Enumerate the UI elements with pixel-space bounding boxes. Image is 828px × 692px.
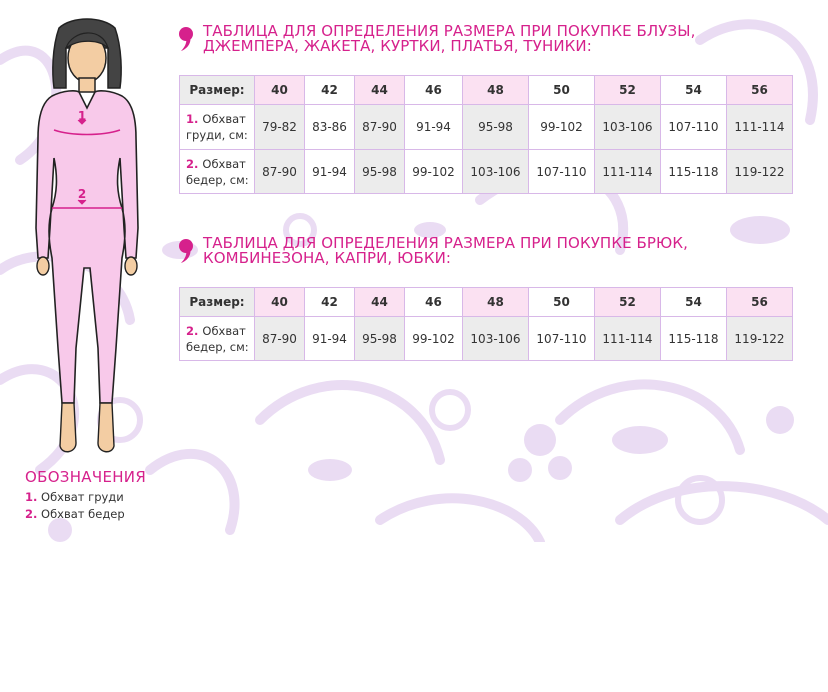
size-header-cell: 52 [594, 75, 661, 105]
size-header-cell: 50 [528, 75, 595, 105]
table-cell: 79-82 [254, 104, 305, 150]
legend-item-text: Обхват бедер [41, 507, 125, 521]
size-header-cell: 48 [462, 287, 529, 317]
row-label-text-b: груди, см: [186, 128, 248, 142]
section-title-line2: КОМБИНЕЗОНА, КАПРИ, ЮБКИ: [203, 249, 452, 267]
size-header-cell: 54 [660, 75, 727, 105]
table-cell: 111-114 [594, 149, 661, 194]
size-header-label: Размер: [179, 75, 255, 105]
hip-mark-label: 2 [78, 187, 86, 201]
table-cell: 115-118 [660, 149, 727, 194]
bullet-drop-icon [179, 239, 193, 263]
size-header-cell: 44 [354, 287, 405, 317]
table-cell: 87-90 [254, 316, 305, 361]
size-header-label: Размер: [179, 287, 255, 317]
table-cell: 95-98 [354, 149, 405, 194]
table-cell: 119-122 [726, 149, 793, 194]
size-header-cell: 52 [594, 287, 661, 317]
size-header-row: Размер: 40 42 44 46 48 50 52 54 56 [179, 287, 793, 317]
table-cell: 95-98 [354, 316, 405, 361]
size-header-row: Размер: 40 42 44 46 48 50 52 54 56 [179, 75, 793, 105]
size-header-cell: 46 [404, 287, 463, 317]
table-cell: 115-118 [660, 316, 727, 361]
legend-item-text: Обхват груди [41, 490, 124, 504]
table-cell: 103-106 [594, 104, 661, 150]
chest-mark-label: 1 [78, 109, 86, 123]
size-header-cell: 40 [254, 75, 305, 105]
table-cell: 91-94 [304, 149, 355, 194]
size-table-tops: Размер: 40 42 44 46 48 50 52 54 56 1. Об… [179, 75, 793, 194]
table-cell: 99-102 [404, 316, 463, 361]
legend-title: ОБОЗНАЧЕНИЯ [25, 468, 147, 486]
table-cell: 83-86 [304, 104, 355, 150]
bullet-drop-icon [179, 27, 193, 51]
table-row: 2. Обхват бедер, см: 87-90 91-94 95-98 9… [179, 149, 793, 194]
table-cell: 91-94 [304, 316, 355, 361]
table-cell: 119-122 [726, 316, 793, 361]
size-chart-panel: 1 2 ТАБЛИЦА ДЛЯ ОПРЕДЕЛЕНИЯ РАЗМЕРА ПРИ … [0, 0, 828, 542]
legend-item: 1. Обхват груди [25, 491, 146, 504]
size-header-cell: 54 [660, 287, 727, 317]
table-cell: 91-94 [404, 104, 463, 150]
row-label-hips: 2. Обхват бедер, см: [179, 316, 255, 361]
legend-item: 2. Обхват бедер [25, 508, 146, 521]
table-cell: 107-110 [660, 104, 727, 150]
row-label-text-a: Обхват [202, 323, 246, 338]
size-header-cell: 56 [726, 75, 793, 105]
row-label-text-a: Обхват [202, 112, 246, 126]
table-cell: 111-114 [594, 316, 661, 361]
table-cell: 103-106 [462, 316, 529, 361]
table-cell: 111-114 [726, 104, 793, 150]
table-cell: 99-102 [404, 149, 463, 194]
size-header-cell: 42 [304, 75, 355, 105]
size-header-cell: 50 [528, 287, 595, 317]
table-cell: 107-110 [528, 316, 595, 361]
size-header-cell: 46 [404, 75, 463, 105]
table-cell: 95-98 [462, 104, 529, 150]
table-cell: 87-90 [254, 149, 305, 194]
table-row: 2. Обхват бедер, см: 87-90 91-94 95-98 9… [179, 316, 793, 361]
size-header-cell: 48 [462, 75, 529, 105]
size-header-cell: 56 [726, 287, 793, 317]
size-header-cell: 40 [254, 287, 305, 317]
table-row: 1. Обхват груди, см: 79-82 83-86 87-90 9… [179, 104, 793, 150]
legend-item-number: 1. [25, 490, 38, 504]
size-header-cell: 42 [304, 287, 355, 317]
row-label-text-b: бедер, см: [186, 339, 249, 354]
table-cell: 107-110 [528, 149, 595, 194]
table-cell: 87-90 [354, 104, 405, 150]
row-label-number: 1. [186, 112, 199, 126]
section-title-line2: ДЖЕМПЕРА, ЖАКЕТА, КУРТКИ, ПЛАТЬЯ, ТУНИКИ… [203, 37, 592, 55]
size-table-bottoms: Размер: 40 42 44 46 48 50 52 54 56 2. Об… [179, 287, 793, 361]
row-label-hips: 2. Обхват бедер, см: [179, 149, 255, 194]
legend: ОБОЗНАЧЕНИЯ 1. Обхват груди 2. Обхват бе… [25, 468, 146, 521]
woman-figure-illustration: 1 2 [35, 18, 139, 453]
row-label-text-b: бедер, см: [186, 172, 249, 187]
row-label-number: 2. [186, 323, 199, 338]
size-header-cell: 44 [354, 75, 405, 105]
table-cell: 99-102 [528, 104, 595, 150]
row-label-text-a: Обхват [202, 156, 246, 171]
table-cell: 103-106 [462, 149, 529, 194]
legend-item-number: 2. [25, 507, 38, 521]
row-label-chest: 1. Обхват груди, см: [179, 104, 255, 150]
row-label-number: 2. [186, 156, 199, 171]
